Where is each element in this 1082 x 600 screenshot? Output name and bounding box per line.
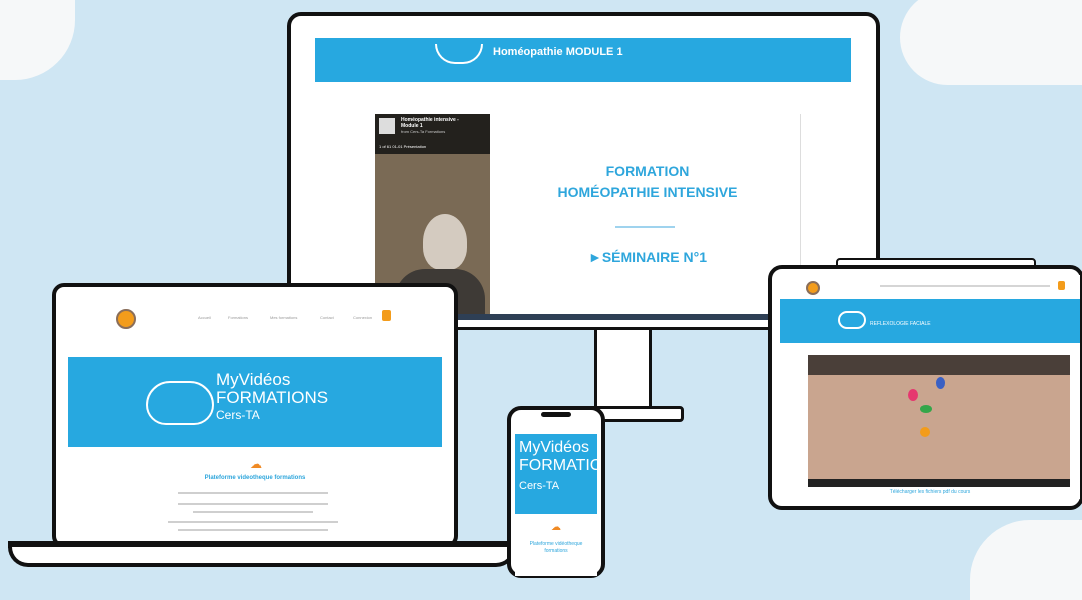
- laptop-screen: Accueil Formations Mes formations Contac…: [68, 297, 442, 535]
- phone-screen: MyVidéos FORMATIC Cers-TA ☁ Plateforme v…: [515, 426, 597, 576]
- video-overlay: Homéopathie intensive - Module 1 from Ce…: [375, 114, 490, 154]
- marker-dot: [936, 377, 945, 389]
- background-cloud: [970, 520, 1082, 600]
- slide-title-line1: FORMATION: [605, 163, 690, 179]
- cers-ta-logo[interactable]: [806, 281, 820, 295]
- page-title: Homéopathie MODULE 1: [493, 46, 623, 58]
- playlist-icon[interactable]: [379, 118, 395, 134]
- cloud-upload-icon: ☁: [551, 522, 561, 533]
- section-heading-line2: formations: [544, 548, 568, 554]
- cloud-logo-icon: [435, 44, 483, 64]
- nav-bar: Accueil Formations Mes formations Contac…: [68, 297, 442, 347]
- video-controls[interactable]: [808, 479, 1070, 487]
- nav-item-contact[interactable]: Contact: [320, 315, 334, 320]
- monitor-stand: [594, 330, 652, 410]
- hero-banner: MyVidéos FORMATIC Cers-TA: [515, 434, 597, 514]
- hero-title-2: FORMATIC: [519, 457, 597, 474]
- hero-title-1: MyVidéos: [216, 370, 291, 389]
- video-overlay: [808, 355, 1070, 375]
- section-heading: Plateforme vidéotheque formations: [515, 541, 597, 555]
- hero-banner: MyVidéos FORMATIONS Cers-TA: [68, 357, 442, 447]
- user-icon[interactable]: [1058, 281, 1065, 290]
- background-cloud: [900, 0, 1082, 85]
- user-icon[interactable]: [382, 310, 391, 321]
- laptop: Accueil Formations Mes formations Contac…: [52, 283, 458, 548]
- video-playlist-status[interactable]: 1 of 61 01-01 Présentation: [379, 144, 426, 149]
- tablet-screen: REFLEXOLOGIE FACIALE Télécharger les fic…: [780, 275, 1080, 499]
- marker-dot: [920, 427, 930, 437]
- hero-title-3: Cers-TA: [519, 480, 560, 492]
- text-line: [178, 492, 328, 494]
- slide-title-line2: HOMÉOPATHIE INTENSIVE: [557, 184, 738, 200]
- cers-ta-logo[interactable]: [116, 309, 136, 329]
- marker-dot: [920, 405, 932, 413]
- slide-section: ►SÉMINAIRE N°1: [587, 249, 708, 265]
- video-subtitle: from Cers-Ta Formations: [401, 129, 446, 134]
- nav-item-mes-formations[interactable]: Mes formations: [270, 315, 297, 320]
- tablet-header: REFLEXOLOGIE FACIALE: [780, 299, 1080, 343]
- section-heading-line1: Plateforme vidéotheque: [529, 541, 583, 547]
- nav-item-connexion[interactable]: Connexion: [353, 315, 372, 320]
- text-line: [193, 511, 313, 513]
- speaker-image: [423, 214, 467, 270]
- nav-item-accueil[interactable]: Accueil: [198, 315, 211, 320]
- nav-item-formations[interactable]: Formations: [228, 315, 248, 320]
- hero-title-2: FORMATIONS: [216, 388, 329, 407]
- text-line: [178, 503, 328, 505]
- hero-title-3: Cers-TA: [216, 408, 260, 422]
- phone-notch: [541, 412, 571, 417]
- nav-links[interactable]: [880, 285, 1050, 287]
- background-cloud: [0, 0, 75, 80]
- text-line: [168, 521, 338, 523]
- laptop-base: [8, 547, 516, 567]
- section-heading: Plateforme videotheque formations: [204, 475, 306, 481]
- monitor-header: Homéopathie MODULE 1: [315, 38, 851, 82]
- marker-dot: [908, 389, 918, 401]
- download-pdf-link[interactable]: Télécharger les fichiers pdf du cours: [780, 489, 1080, 495]
- slide-divider: [615, 226, 675, 228]
- cloud-logo-icon: [838, 311, 866, 329]
- text-line: [178, 529, 328, 531]
- cloud-upload-icon: ☁: [250, 457, 262, 471]
- page-title: REFLEXOLOGIE FACIALE: [870, 321, 931, 327]
- hero-title-1: MyVidéos: [519, 439, 589, 456]
- video-player[interactable]: [808, 355, 1070, 487]
- smartphone: MyVidéos FORMATIC Cers-TA ☁ Plateforme v…: [507, 406, 605, 578]
- cloud-logo-icon: [146, 381, 214, 425]
- tablet: REFLEXOLOGIE FACIALE Télécharger les fic…: [768, 265, 1082, 510]
